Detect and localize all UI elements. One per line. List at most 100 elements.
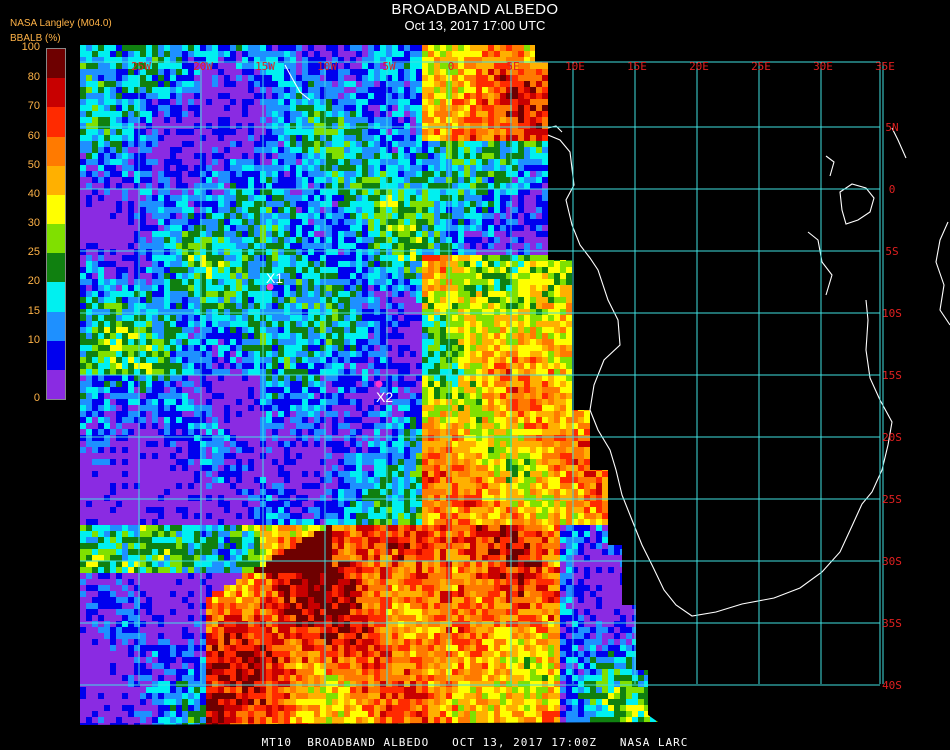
albedo-pixel	[542, 267, 548, 273]
albedo-pixel	[278, 261, 284, 267]
albedo-pixel	[620, 87, 626, 93]
albedo-pixel	[482, 105, 488, 111]
albedo-pixel	[104, 63, 110, 69]
albedo-pixel	[476, 267, 482, 273]
albedo-pixel	[494, 45, 500, 51]
albedo-pixel	[230, 171, 236, 177]
albedo-pixel	[242, 111, 248, 117]
albedo-pixel	[248, 51, 254, 57]
albedo-pixel	[536, 231, 542, 237]
albedo-pixel	[278, 207, 284, 213]
albedo-pixel	[332, 327, 338, 333]
albedo-pixel	[476, 117, 482, 123]
albedo-pixel	[158, 315, 164, 321]
albedo-pixel	[332, 219, 338, 225]
albedo-pixel	[104, 327, 110, 333]
albedo-pixel	[548, 183, 554, 189]
albedo-pixel	[404, 69, 410, 75]
albedo-pixel	[650, 315, 656, 321]
albedo-pixel	[584, 177, 590, 183]
albedo-pixel	[566, 339, 572, 345]
albedo-pixel	[476, 237, 482, 243]
albedo-pixel	[182, 207, 188, 213]
albedo-pixel	[404, 255, 410, 261]
albedo-pixel	[410, 141, 416, 147]
albedo-pixel	[644, 207, 650, 213]
albedo-pixel	[176, 99, 182, 105]
albedo-pixel	[488, 273, 494, 279]
albedo-pixel	[590, 345, 596, 351]
albedo-pixel	[266, 45, 272, 51]
albedo-pixel	[410, 63, 416, 69]
albedo-pixel	[308, 315, 314, 321]
albedo-pixel	[170, 159, 176, 165]
albedo-pixel	[608, 267, 614, 273]
albedo-pixel	[212, 45, 218, 51]
albedo-pixel	[314, 99, 320, 105]
albedo-pixel	[140, 75, 146, 81]
albedo-pixel	[284, 225, 290, 231]
albedo-pixel	[452, 195, 458, 201]
albedo-pixel	[524, 207, 530, 213]
albedo-pixel	[656, 327, 658, 333]
albedo-pixel	[578, 279, 584, 285]
albedo-pixel	[440, 321, 446, 327]
albedo-pixel	[362, 309, 368, 315]
albedo-pixel	[86, 321, 92, 327]
albedo-pixel	[560, 129, 566, 135]
albedo-pixel	[302, 99, 308, 105]
albedo-pixel	[86, 117, 92, 123]
albedo-pixel	[152, 315, 158, 321]
albedo-pixel	[290, 141, 296, 147]
albedo-pixel	[422, 111, 428, 117]
albedo-pixel	[116, 297, 122, 303]
albedo-pixel	[284, 315, 290, 321]
albedo-pixel	[104, 249, 110, 255]
albedo-pixel	[500, 285, 506, 291]
albedo-pixel	[248, 63, 254, 69]
albedo-pixel	[536, 99, 542, 105]
albedo-pixel	[620, 267, 626, 273]
albedo-pixel	[326, 315, 332, 321]
albedo-pixel	[356, 99, 362, 105]
albedo-pixel	[500, 45, 506, 51]
albedo-pixel	[494, 231, 500, 237]
albedo-pixel	[374, 171, 380, 177]
albedo-pixel	[416, 135, 422, 141]
albedo-pixel	[98, 51, 104, 57]
albedo-pixel	[182, 171, 188, 177]
albedo-pixel	[560, 249, 566, 255]
albedo-pixel	[482, 213, 488, 219]
albedo-pixel	[356, 87, 362, 93]
albedo-pixel	[644, 171, 650, 177]
albedo-pixel	[464, 213, 470, 219]
albedo-pixel	[212, 213, 218, 219]
albedo-pixel	[290, 243, 296, 249]
albedo-pixel	[452, 237, 458, 243]
albedo-pixel	[98, 297, 104, 303]
albedo-pixel	[326, 75, 332, 81]
albedo-pixel	[254, 243, 260, 249]
albedo-pixel	[488, 201, 494, 207]
albedo-pixel	[92, 351, 98, 357]
albedo-pixel	[476, 309, 482, 315]
albedo-pixel	[524, 93, 530, 99]
albedo-pixel	[524, 321, 530, 327]
albedo-pixel	[392, 51, 398, 57]
albedo-pixel	[356, 159, 362, 165]
albedo-pixel	[398, 297, 404, 303]
albedo-pixel	[488, 309, 494, 315]
albedo-pixel	[92, 171, 98, 177]
albedo-pixel	[152, 75, 158, 81]
albedo-pixel	[494, 315, 500, 321]
albedo-pixel	[536, 165, 542, 171]
albedo-pixel	[404, 177, 410, 183]
albedo-pixel	[110, 297, 116, 303]
albedo-pixel	[584, 225, 590, 231]
albedo-pixel	[92, 339, 98, 345]
albedo-pixel	[110, 165, 116, 171]
albedo-pixel	[626, 249, 632, 255]
albedo-pixel	[500, 189, 506, 195]
albedo-pixel	[266, 195, 272, 201]
albedo-pixel	[296, 345, 302, 351]
